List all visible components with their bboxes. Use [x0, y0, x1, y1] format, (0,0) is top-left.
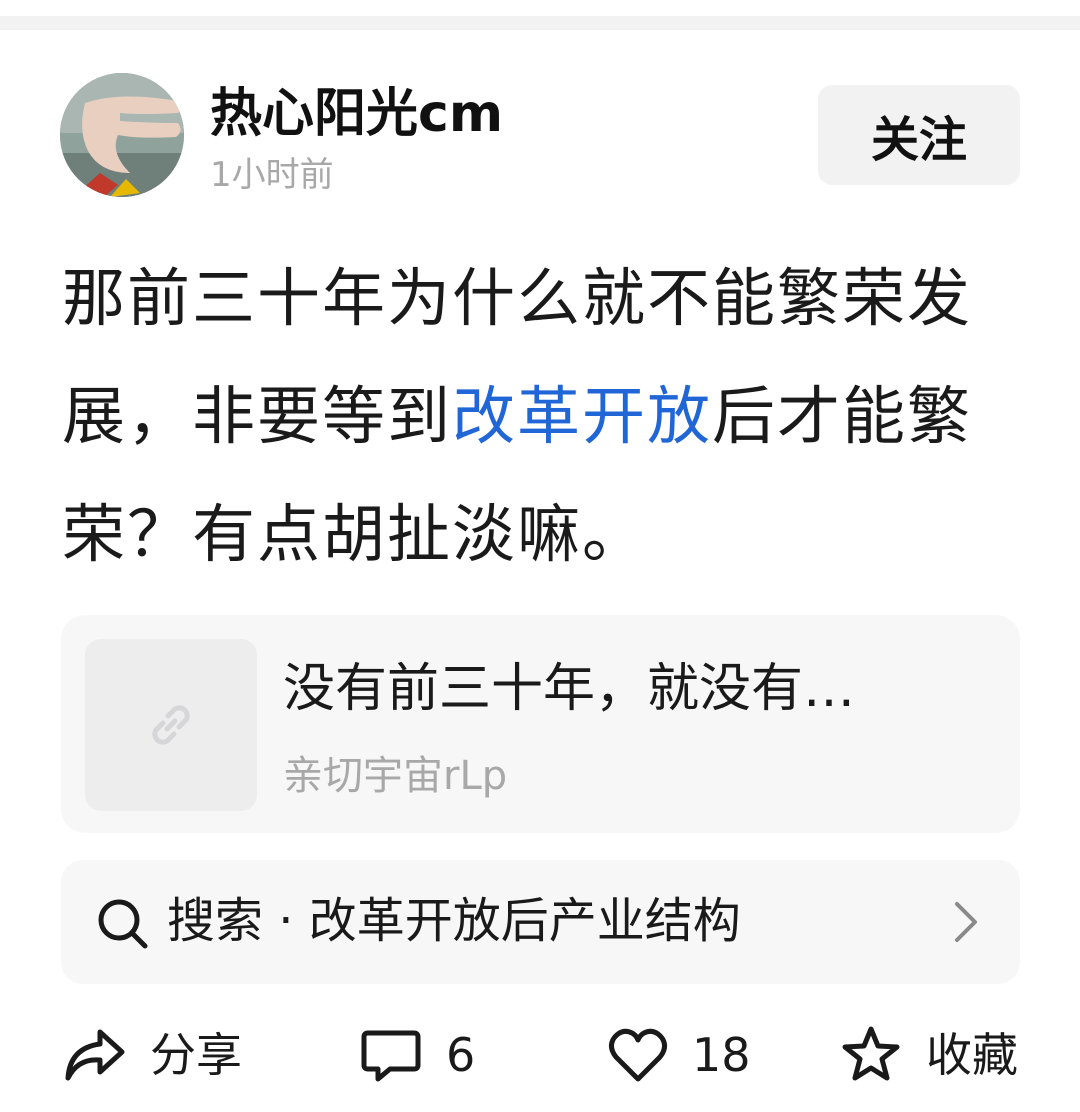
share-label: 分享 — [150, 1028, 242, 1082]
link-thumbnail — [85, 639, 257, 811]
favorite-label: 收藏 — [926, 1028, 1018, 1082]
favorite-button[interactable]: 收藏 — [840, 1020, 1018, 1090]
share-icon — [65, 1029, 125, 1081]
author-name[interactable]: 热心阳光cm — [210, 82, 503, 146]
search-icon — [98, 899, 148, 949]
link-card-source: 亲切宇宙rLp — [283, 753, 508, 799]
comment-button[interactable]: 6 — [360, 1020, 475, 1090]
link-icon — [152, 705, 190, 745]
topic-link[interactable]: 改革开放 — [452, 380, 712, 453]
link-card-title: 没有前三十年，就没有… — [283, 659, 856, 719]
top-divider — [0, 0, 1080, 30]
chevron-right-icon — [955, 902, 977, 942]
related-search-text: 搜索 · 改革开放后产业结构 — [167, 893, 741, 949]
like-button[interactable]: 18 — [608, 1020, 751, 1090]
avatar[interactable] — [60, 73, 184, 197]
like-count: 18 — [692, 1028, 751, 1082]
share-button[interactable]: 分享 — [64, 1020, 242, 1090]
link-card[interactable]: 没有前三十年，就没有… 亲切宇宙rLp — [61, 615, 1020, 833]
related-search[interactable]: 搜索 · 改革开放后产业结构 — [61, 860, 1020, 984]
post-time: 1小时前 — [210, 155, 334, 195]
heart-icon — [608, 1028, 668, 1082]
comment-count: 6 — [446, 1028, 476, 1082]
post-body: 那前三十年为什么就不能繁荣发展，非要等到改革开放后才能繁荣？有点胡扯淡嘛。 — [62, 240, 1022, 594]
follow-button[interactable]: 关注 — [818, 85, 1020, 185]
comment-icon — [361, 1030, 421, 1082]
star-icon — [842, 1026, 900, 1081]
